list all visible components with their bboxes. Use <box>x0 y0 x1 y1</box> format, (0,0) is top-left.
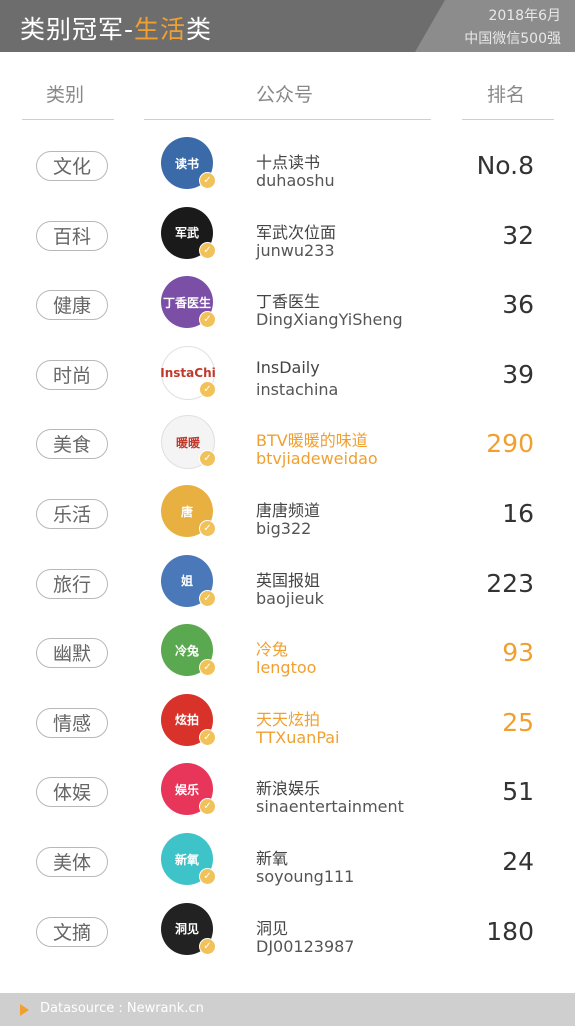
account-name: 军武次位面 <box>256 222 337 242</box>
divider-rank <box>462 119 554 120</box>
verified-check-icon: ✓ <box>199 520 216 537</box>
title-box: 类别冠军-生活类 <box>0 0 445 52</box>
account-name: 十点读书 <box>256 153 321 172</box>
verified-check-icon: ✓ <box>199 450 216 468</box>
verified-check-icon: ✓ <box>199 798 216 816</box>
play-triangle-icon <box>20 1004 29 1016</box>
divider-account <box>144 119 431 120</box>
avatar-text: 姐 <box>180 574 193 589</box>
category-badge: 百科 <box>36 220 108 251</box>
avatar-text: 唐 <box>180 504 193 519</box>
account-id: btvjiadeweidao <box>256 449 378 469</box>
verified-check-icon: ✓ <box>199 868 216 885</box>
footer-bar: Datasource : Newrank.cn <box>0 993 575 1026</box>
category-badge: 健康 <box>36 290 108 321</box>
verified-check-icon: ✓ <box>199 241 216 259</box>
avatar-text: 洞见 <box>174 922 199 937</box>
account-name: 丁香医生 <box>256 292 321 312</box>
account-id: DingXiangYiSheng <box>256 310 403 330</box>
avatar-text: 冷兔 <box>174 643 199 658</box>
category-badge: 情感 <box>36 707 108 738</box>
account-id: TTXuanPai <box>256 727 340 747</box>
subtitle-label: 中国微信500强 <box>464 31 561 47</box>
rank-value: 93 <box>502 638 534 668</box>
account-name: 新浪娱乐 <box>256 779 321 799</box>
verified-check-icon: ✓ <box>199 937 216 955</box>
category-badge: 乐活 <box>36 499 108 529</box>
avatar-text: 暖暖 <box>175 435 200 450</box>
column-header-account: 公众号 <box>256 84 314 106</box>
rank-value: 16 <box>502 499 534 528</box>
avatar-text: 新氧 <box>174 852 199 867</box>
account-name: 新氧 <box>256 849 289 868</box>
rank-value: 25 <box>502 707 534 737</box>
category-badge: 幽默 <box>36 638 108 669</box>
category-badge: 文摘 <box>36 916 108 947</box>
date-label: 2018年6月 <box>488 8 561 24</box>
category-badge: 时尚 <box>36 359 108 390</box>
list-item[interactable]: 健康 丁香医生 ✓ 丁香医生 DingXiangYiSheng 36 <box>0 276 575 354</box>
category-badge: 体娱 <box>36 777 108 808</box>
verified-check-icon: ✓ <box>199 311 216 329</box>
account-id: lengtoo <box>256 658 317 678</box>
column-header-rank: 排名 <box>487 84 526 106</box>
avatar-text: 炫拍 <box>174 713 199 728</box>
list-item[interactable]: 旅行 姐 ✓ 英国报姐 baojieuk 223 <box>0 554 575 633</box>
account-id: duhaoshu <box>256 171 335 190</box>
list-item[interactable]: 文摘 洞见 ✓ 洞见 DJ00123987 180 <box>0 902 575 981</box>
verified-check-icon: ✓ <box>199 589 216 607</box>
account-name: 洞见 <box>256 918 289 938</box>
account-name: InsDaily <box>256 357 320 377</box>
list-item[interactable]: 乐活 唐 ✓ 唐唐频道 big322 16 <box>0 485 575 563</box>
list-item[interactable]: 美食 暖暖 ✓ BTV暖暖的味道 btvjiadeweidao 290 <box>0 415 575 493</box>
list-item[interactable]: 时尚 InstaChi ✓ InsDaily instachina 39 <box>0 345 575 424</box>
rank-value: 36 <box>502 290 534 320</box>
account-id: baojieuk <box>256 588 324 608</box>
avatar-text: 读书 <box>174 156 199 171</box>
avatar-text: 娱乐 <box>174 782 199 797</box>
verified-check-icon: ✓ <box>199 172 216 189</box>
rank-value: 39 <box>502 359 534 389</box>
account-id: instachina <box>256 379 339 399</box>
list-item[interactable]: 美体 新氧 ✓ 新氧 soyoung111 24 <box>0 833 575 911</box>
category-badge: 文化 <box>36 151 108 181</box>
account-name: 英国报姐 <box>256 570 321 590</box>
category-badge: 美体 <box>36 847 108 877</box>
category-badge: 美食 <box>36 429 108 460</box>
rank-value: 24 <box>502 847 534 876</box>
data-source: Datasource : Newrank.cn <box>40 1001 204 1016</box>
avatar-text: InstaChi <box>160 365 216 380</box>
rank-value: No.8 <box>476 151 534 180</box>
avatar-text: 军武 <box>174 226 199 241</box>
category-badge: 旅行 <box>36 568 108 599</box>
column-header-category: 类别 <box>46 84 85 106</box>
divider-category <box>22 119 114 120</box>
account-name: 冷兔 <box>256 640 289 660</box>
verified-check-icon: ✓ <box>199 728 216 746</box>
account-id: sinaentertainment <box>256 797 404 817</box>
rank-value: 223 <box>486 568 534 598</box>
account-id: soyoung111 <box>256 867 355 886</box>
account-id: junwu233 <box>256 240 335 260</box>
avatar-text: 丁香医生 <box>162 295 211 310</box>
rank-value: 290 <box>486 429 534 459</box>
rank-value: 51 <box>502 777 534 807</box>
verified-check-icon: ✓ <box>199 380 216 398</box>
header-bar: 类别冠军-生活类 2018年6月 中国微信500强 <box>0 0 575 52</box>
list-item[interactable]: 幽默 冷兔 ✓ 冷兔 lengtoo 93 <box>0 624 575 702</box>
account-name: BTV暖暖的味道 <box>256 431 368 451</box>
list-item[interactable]: 体娱 娱乐 ✓ 新浪娱乐 sinaentertainment 51 <box>0 763 575 841</box>
account-name: 天天炫拍 <box>256 709 321 729</box>
account-name: 唐唐频道 <box>256 501 321 520</box>
account-id: big322 <box>256 519 312 538</box>
list-item[interactable]: 百科 军武 ✓ 军武次位面 junwu233 32 <box>0 206 575 285</box>
page-title: 类别冠军-生活类 <box>20 15 213 44</box>
list-item[interactable]: 文化 读书 ✓ 十点读书 duhaoshu No.8 <box>0 137 575 215</box>
list-item[interactable]: 情感 炫拍 ✓ 天天炫拍 TTXuanPai 25 <box>0 693 575 772</box>
account-id: DJ00123987 <box>256 936 355 956</box>
verified-check-icon: ✓ <box>199 659 216 677</box>
rank-value: 180 <box>486 916 534 946</box>
rank-value: 32 <box>502 220 534 250</box>
